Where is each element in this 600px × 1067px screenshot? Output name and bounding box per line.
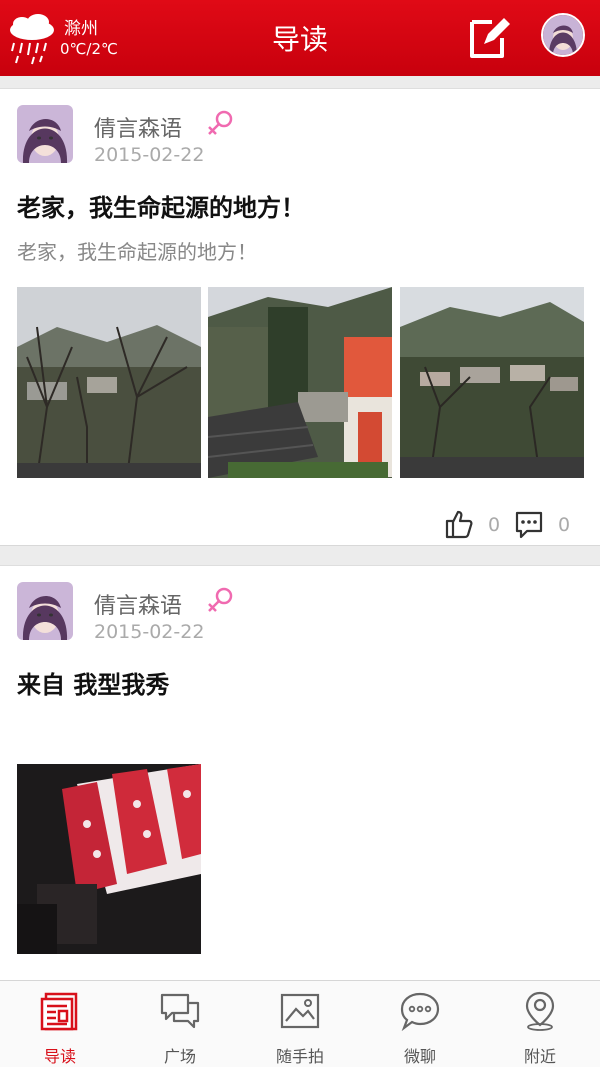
nav-label: 微聊	[403, 1047, 436, 1066]
bottom-nav: 导读 广场 随手拍 微聊 附近	[0, 980, 600, 1067]
post-title[interactable]: 来自 我型我秀	[17, 665, 169, 700]
like-count: 0	[488, 514, 501, 536]
weather-widget[interactable]: 滁州 0℃/2℃	[4, 8, 134, 68]
weather-temperature: 0℃/2℃	[60, 40, 118, 58]
user-avatar[interactable]	[541, 13, 585, 57]
nav-label: 附近	[523, 1047, 556, 1066]
post-card[interactable]: 倩言森语 2015-02-22 老家，我生命起源的地方！ 老家，我生命起源的地方…	[0, 88, 600, 546]
nav-item-daodu[interactable]: 导读	[0, 981, 120, 1067]
author-avatar[interactable]	[17, 582, 73, 640]
comment-count: 0	[558, 514, 571, 536]
author-name[interactable]: 倩言森语	[94, 588, 182, 620]
location-pin-icon	[525, 991, 555, 1031]
weather-city: 滁州	[64, 19, 98, 39]
nav-label: 随手拍	[275, 1047, 324, 1066]
courtyard-photo[interactable]	[208, 287, 392, 478]
nav-item-suishoupai[interactable]: 随手拍	[240, 981, 360, 1067]
author-avatar[interactable]	[17, 105, 73, 163]
author-name[interactable]: 倩言森语	[94, 111, 182, 143]
image-icon	[280, 993, 320, 1029]
feed-list[interactable]: 倩言森语 2015-02-22 老家，我生命起源的地方！ 老家，我生命起源的地方…	[0, 76, 600, 980]
female-icon	[208, 587, 233, 612]
mountain-village-photo[interactable]	[17, 287, 201, 478]
nav-item-fujin[interactable]: 附近	[480, 981, 600, 1067]
room-curtain-photo[interactable]	[17, 764, 201, 954]
nav-item-guangchang[interactable]: 广场	[120, 981, 240, 1067]
post-actions: 0 0	[444, 509, 584, 541]
rain-cloud-icon	[10, 14, 54, 65]
post-body[interactable]: 老家，我生命起源的地方！	[17, 236, 257, 265]
page-title: 导读	[271, 23, 328, 56]
news-icon	[40, 992, 78, 1031]
app-header: 滁州 0℃/2℃ 导读	[0, 0, 600, 76]
comment-icon[interactable]	[514, 510, 544, 540]
post-date: 2015-02-22	[94, 144, 205, 166]
nav-label: 广场	[163, 1047, 196, 1066]
hillside-village-photo[interactable]	[400, 287, 584, 478]
nav-item-weiliao[interactable]: 微聊	[360, 981, 480, 1067]
message-dots-icon	[400, 992, 440, 1031]
chat-bubbles-icon	[160, 993, 200, 1029]
female-icon	[208, 110, 233, 135]
like-icon[interactable]	[444, 509, 474, 539]
edit-icon[interactable]	[466, 14, 512, 62]
nav-label: 导读	[43, 1047, 76, 1066]
post-card[interactable]: 倩言森语 2015-02-22 来自 我型我秀	[0, 565, 600, 980]
post-title[interactable]: 老家，我生命起源的地方！	[17, 188, 305, 223]
post-date: 2015-02-22	[94, 621, 205, 643]
